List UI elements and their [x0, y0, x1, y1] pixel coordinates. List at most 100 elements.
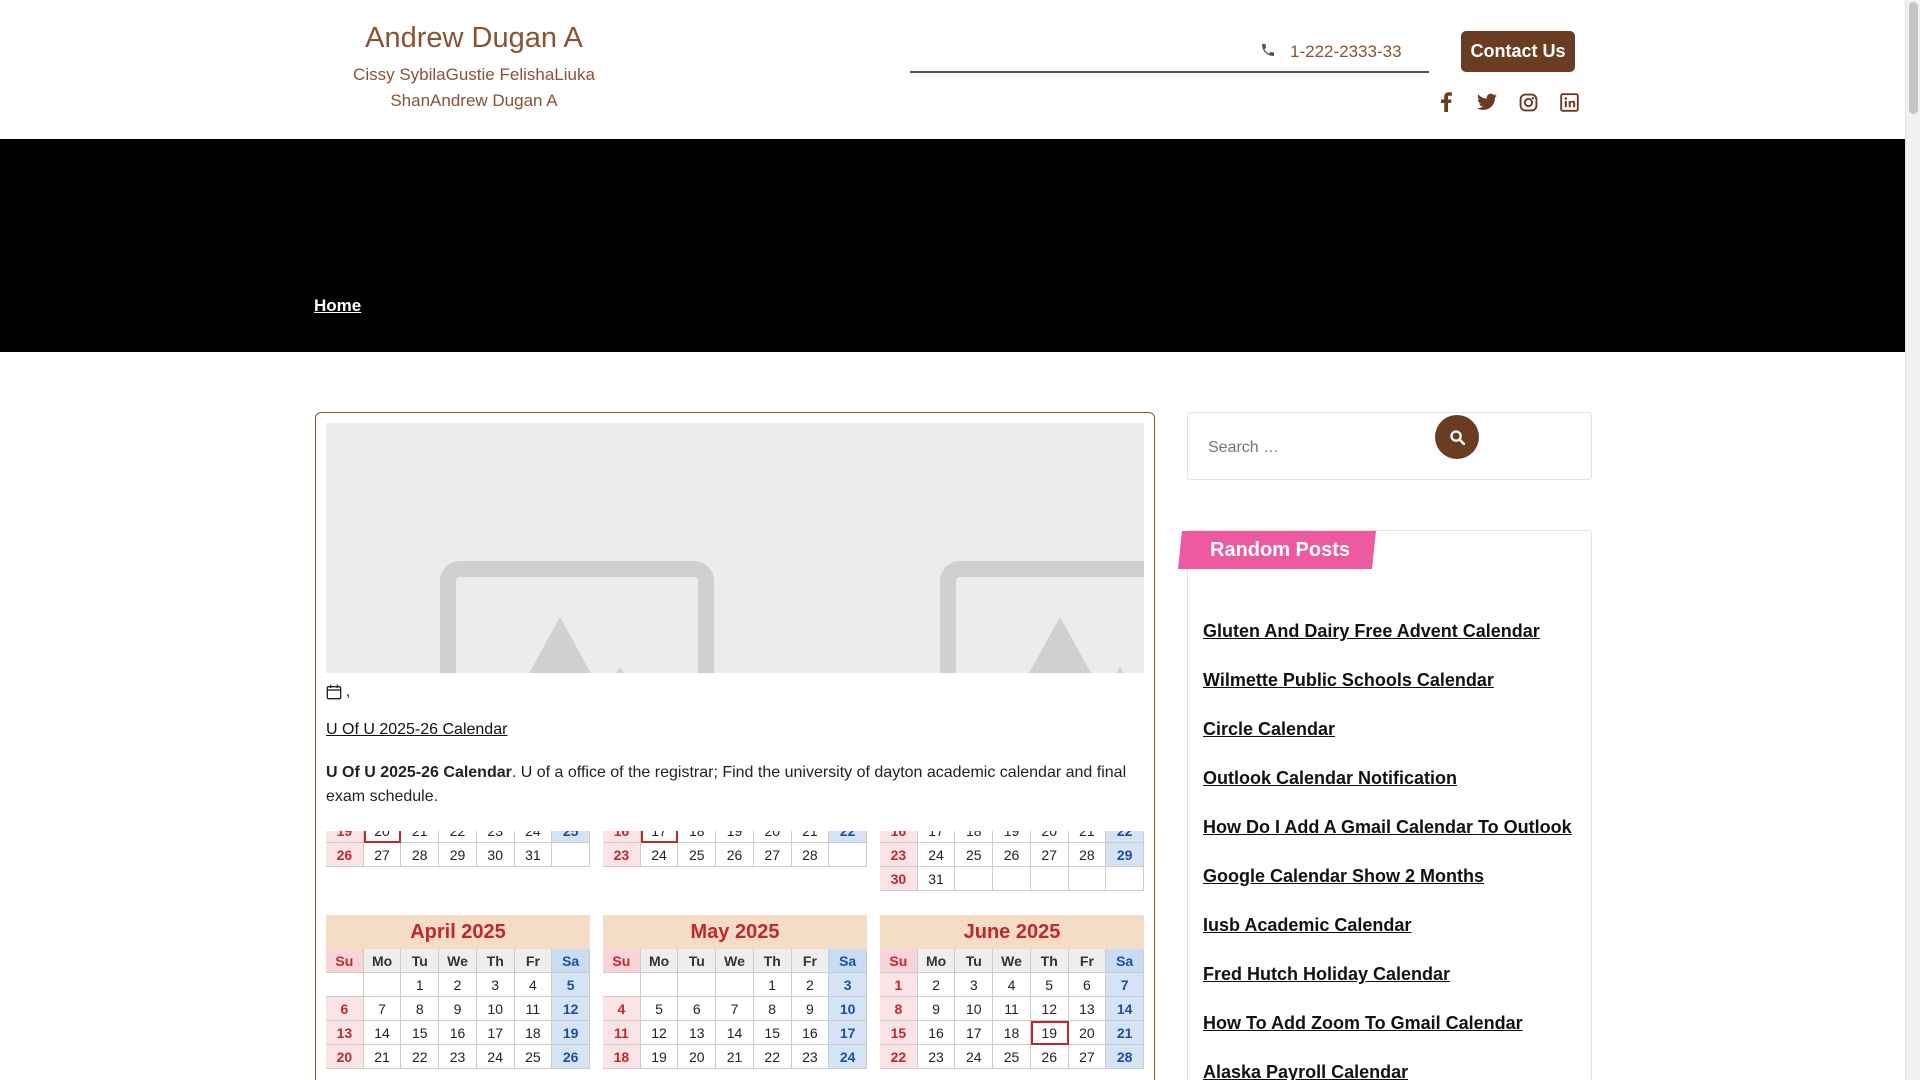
calendar-day: 3 [829, 973, 867, 997]
calendar-day: 22 [401, 1045, 440, 1069]
random-posts-widget: Random Posts Gluten And Dairy Free Adven… [1178, 530, 1592, 1080]
phone-icon [1262, 44, 1274, 56]
calendar-day: 20 [363, 831, 402, 843]
social-links [1436, 92, 1579, 112]
site-branding: Andrew Dugan A Cissy SybilaGustie Felish… [330, 18, 618, 114]
calendar-day [716, 973, 754, 997]
calendar-day-header: Fr [1068, 949, 1107, 973]
calendar-day: 29 [1106, 843, 1144, 867]
calendar-day: 23 [439, 1045, 477, 1069]
calendar-day: 27 [363, 843, 402, 867]
calendar-day [1030, 867, 1069, 891]
calendar-day: 28 [401, 843, 440, 867]
calendar-day: 8 [880, 997, 918, 1021]
calendar-day: 25 [678, 843, 717, 867]
calendar-day: 20 [1068, 1021, 1107, 1045]
site-tagline: Cissy SybilaGustie FelishaLiuka ShanAndr… [353, 65, 595, 110]
calendar-day: 5 [1030, 973, 1069, 997]
calendar-day: 13 [326, 1021, 364, 1045]
random-post-link[interactable]: How Do I Add A Gmail Calendar To Outlook [1203, 817, 1572, 837]
calendar-day: 13 [1068, 997, 1107, 1021]
calendar-day: 22 [753, 1045, 792, 1069]
calendar-day: 21 [1106, 1021, 1144, 1045]
calendar-day: 28 [1068, 843, 1107, 867]
calendar-day: 22 [439, 831, 477, 843]
calendar-day: 9 [917, 997, 956, 1021]
calendar-day: 15 [401, 1021, 440, 1045]
calendar-day: 2 [791, 973, 830, 997]
calendar-day: 11 [514, 997, 553, 1021]
calendar-day: 16 [880, 831, 918, 843]
calendar-day: 3 [476, 973, 515, 997]
search-button[interactable] [1435, 415, 1479, 459]
search-input[interactable] [1208, 435, 1428, 461]
calendar-day: 7 [716, 997, 754, 1021]
breadcrumb-home[interactable]: Home [314, 296, 361, 316]
random-post-link[interactable]: Google Calendar Show 2 Months [1203, 866, 1484, 886]
calendar-day-header: Tu [955, 949, 994, 973]
calendar-day: 18 [678, 831, 717, 843]
calendar-day: 26 [1030, 1045, 1069, 1069]
random-post-item: How Do I Add A Gmail Calendar To Outlook [1203, 817, 1572, 866]
calendar-day: 14 [716, 1021, 754, 1045]
calendar-day: 23 [880, 843, 918, 867]
random-post-link[interactable]: Outlook Calendar Notification [1203, 768, 1457, 788]
calendar-day [640, 973, 679, 997]
post-meta-separator: , [346, 683, 351, 700]
calendar-day: 18 [514, 1021, 553, 1045]
random-post-item: Iusb Academic Calendar [1203, 915, 1572, 964]
calendar-month: June 2025 Su Mo Tu We Th Fr Sa 1 2 3 4 5 6 7 8 9 10 11 12 13… [880, 915, 1144, 1069]
post-thumbnail-placeholder[interactable] [326, 423, 1144, 673]
calendar-day: 10 [476, 997, 515, 1021]
calendar-day: 20 [753, 831, 792, 843]
calendar-day: 9 [791, 997, 830, 1021]
calendar-day: 17 [640, 831, 679, 843]
calendar-image[interactable]: 19 20 21 22 23 24 25 26 27 28 29 30 31 16 17 18 19 20 21 22… [326, 831, 1144, 1080]
instagram-icon[interactable] [1518, 92, 1538, 112]
calendar-day: 26 [716, 843, 754, 867]
calendar-day-header: Mo [640, 949, 679, 973]
linkedin-icon[interactable] [1559, 92, 1579, 112]
calendar-day-header: Fr [791, 949, 830, 973]
calendar-day: 25 [552, 831, 590, 843]
site-title[interactable]: Andrew Dugan A [330, 18, 618, 58]
post-excerpt-bold: U Of U 2025-26 Calendar [326, 764, 512, 781]
facebook-icon[interactable] [1436, 92, 1456, 112]
calendar-day: 16 [791, 1021, 830, 1045]
calendar-day: 24 [640, 843, 679, 867]
page-scrollbar[interactable] [1905, 0, 1920, 1080]
phone-number[interactable]: 1-222-2333-33 [1290, 42, 1402, 62]
calendar-day: 21 [363, 1045, 402, 1069]
calendar-day: 21 [401, 831, 440, 843]
calendar-day [1068, 867, 1107, 891]
calendar-day-header: Th [476, 949, 515, 973]
calendar-day: 19 [993, 831, 1031, 843]
random-post-link[interactable]: Iusb Academic Calendar [1203, 915, 1411, 935]
contact-us-button[interactable]: Contact Us [1461, 31, 1575, 72]
calendar-day: 25 [514, 1045, 553, 1069]
calendar-day: 19 [716, 831, 754, 843]
random-post-link[interactable]: Wilmette Public Schools Calendar [1203, 670, 1494, 690]
twitter-icon[interactable] [1477, 92, 1497, 112]
random-post-item: Circle Calendar [1203, 719, 1572, 768]
calendar-day-header: Sa [829, 949, 867, 973]
calendar-day-header: We [993, 949, 1031, 973]
page-hero: Home [0, 139, 1905, 352]
calendar-day [955, 867, 994, 891]
calendar-day-header: Th [1030, 949, 1069, 973]
search-widget [1187, 412, 1592, 480]
post-title-link[interactable]: U Of U 2025-26 Calendar [326, 721, 507, 739]
random-post-link[interactable]: Alaska Payroll Calendar [1203, 1062, 1408, 1080]
calendar-month-title: June 2025 [880, 915, 1144, 949]
random-post-link[interactable]: How To Add Zoom To Gmail Calendar [1203, 1013, 1523, 1033]
scrollbar-thumb[interactable] [1909, 2, 1918, 114]
random-post-link[interactable]: Fred Hutch Holiday Calendar [1203, 964, 1450, 984]
calendar-day: 2 [917, 973, 956, 997]
random-post-link[interactable]: Circle Calendar [1203, 719, 1335, 739]
calendar-day-header: Su [603, 949, 641, 973]
calendar-day-header: Mo [363, 949, 402, 973]
calendar-day: 26 [326, 843, 364, 867]
calendar-day: 17 [955, 1021, 994, 1045]
random-post-link[interactable]: Gluten And Dairy Free Advent Calendar [1203, 621, 1540, 641]
calendar-day: 31 [514, 843, 553, 867]
